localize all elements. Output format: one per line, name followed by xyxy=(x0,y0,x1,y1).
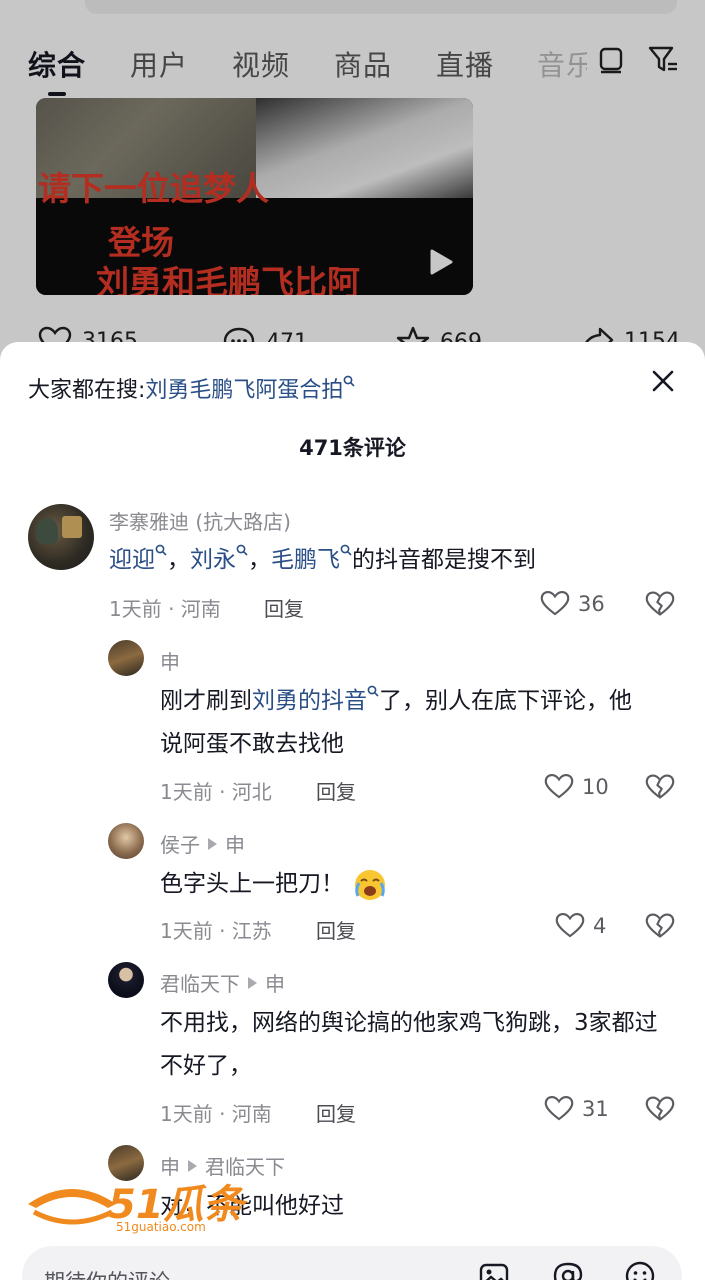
comment-text-tail: 的抖音都是搜不到 xyxy=(352,547,536,573)
heart-icon xyxy=(555,912,585,938)
reply-button[interactable]: 回复 xyxy=(316,1098,356,1127)
close-icon[interactable] xyxy=(646,364,680,398)
reply-arrow-icon xyxy=(208,837,217,850)
trending-search-prefix: 大家都在搜: xyxy=(28,378,146,403)
mention-icon[interactable] xyxy=(552,1260,584,1280)
comment-text-head: 刚才刷到 xyxy=(160,688,252,714)
comment-text: 色字头上一把刀！ xyxy=(160,863,646,906)
comment-meta: 1天前 · 江苏 xyxy=(160,919,272,943)
trending-search[interactable]: 大家都在搜:刘勇毛鹏飞阿蛋合拍 xyxy=(28,372,356,404)
avatar[interactable] xyxy=(108,962,144,998)
like-button[interactable]: 4 xyxy=(555,912,606,939)
crying-emoji-icon xyxy=(355,869,386,900)
broken-heart-icon[interactable] xyxy=(645,589,675,619)
melon-logo-icon xyxy=(28,1189,116,1225)
author-name: 侯子 xyxy=(160,833,200,857)
search-icon xyxy=(155,544,167,556)
author-name: 李寨雅迪 (抗大路店) xyxy=(109,510,291,534)
like-button[interactable]: 31 xyxy=(544,1095,609,1122)
search-icon xyxy=(236,544,248,556)
comment-text: 迎迎 ，刘永 ，毛鹏飞 的抖音都是搜不到 xyxy=(109,539,669,582)
broken-heart-icon[interactable] xyxy=(645,1094,675,1124)
trending-search-term[interactable]: 刘勇毛鹏飞阿蛋合拍 xyxy=(145,378,343,403)
comment-meta: 1天前 · 河北 xyxy=(160,780,272,804)
heart-icon xyxy=(544,1095,574,1121)
author-name: 申 xyxy=(160,650,180,674)
comment-input-bar[interactable]: 期待你的评论 xyxy=(22,1246,682,1280)
comment-text: 不用找，网络的舆论搞的他家鸡飞狗跳，3家都过不好了， xyxy=(160,1010,658,1079)
heart-icon xyxy=(544,773,574,799)
avatar[interactable] xyxy=(108,823,144,859)
comment-author[interactable]: 君临天下 申 xyxy=(160,968,285,997)
reply-button[interactable]: 回复 xyxy=(264,593,304,622)
author-name: 君临天下 xyxy=(160,972,240,996)
comment-text: 刚才刷到刘勇的抖音 了，别人在底下评论，他说阿蛋不敢去找他 xyxy=(160,680,646,766)
comment-input-placeholder: 期待你的评论 xyxy=(44,1266,170,1280)
like-count: 31 xyxy=(582,1096,609,1121)
mention-link[interactable]: 迎迎 xyxy=(109,547,155,573)
broken-heart-icon[interactable] xyxy=(645,772,675,802)
like-button[interactable]: 10 xyxy=(544,773,609,800)
reply-to-name[interactable]: 申 xyxy=(225,829,245,858)
search-icon xyxy=(344,375,356,387)
image-icon[interactable] xyxy=(478,1260,510,1280)
avatar[interactable] xyxy=(108,640,144,676)
comment-author[interactable]: 李寨雅迪 (抗大路店) xyxy=(109,506,291,535)
reply-button[interactable]: 回复 xyxy=(316,915,356,944)
like-count: 36 xyxy=(578,591,605,616)
mention-link[interactable]: 刘永 xyxy=(190,547,236,573)
text-separator: ， xyxy=(248,547,271,573)
heart-icon xyxy=(540,590,570,616)
comment-author[interactable]: 侯子 申 xyxy=(160,829,245,858)
comment-body: 色字头上一把刀！ xyxy=(160,871,344,897)
comment-author[interactable]: 申 xyxy=(160,646,180,675)
reply-button[interactable]: 回复 xyxy=(316,776,356,805)
search-icon xyxy=(340,544,352,556)
like-button[interactable]: 36 xyxy=(540,590,605,617)
comment-meta: 1天前 · 河南 xyxy=(160,1102,272,1126)
reply-arrow-icon xyxy=(248,976,257,989)
watermark-url: 51guatiao.com xyxy=(116,1220,206,1234)
avatar[interactable] xyxy=(28,504,94,570)
comments-sheet: 大家都在搜:刘勇毛鹏飞阿蛋合拍 471条评论 李寨雅迪 (抗大路店) 迎迎 ，刘永… xyxy=(0,342,705,1280)
broken-heart-icon[interactable] xyxy=(645,911,675,941)
mention-link[interactable]: 刘勇的抖音 xyxy=(252,688,367,714)
comment-meta: 1天前 · 河南 xyxy=(109,597,221,621)
mention-link[interactable]: 毛鹏飞 xyxy=(271,547,340,573)
like-count: 4 xyxy=(593,913,607,938)
emoji-icon[interactable] xyxy=(624,1260,656,1280)
comment-count-title: 471条评论 xyxy=(299,436,406,460)
watermark: 51瓜条 51guatiao.com xyxy=(24,1168,244,1238)
text-separator: ， xyxy=(167,547,190,573)
search-icon xyxy=(367,685,379,697)
like-count: 10 xyxy=(582,774,609,799)
reply-to-name[interactable]: 申 xyxy=(265,968,285,997)
